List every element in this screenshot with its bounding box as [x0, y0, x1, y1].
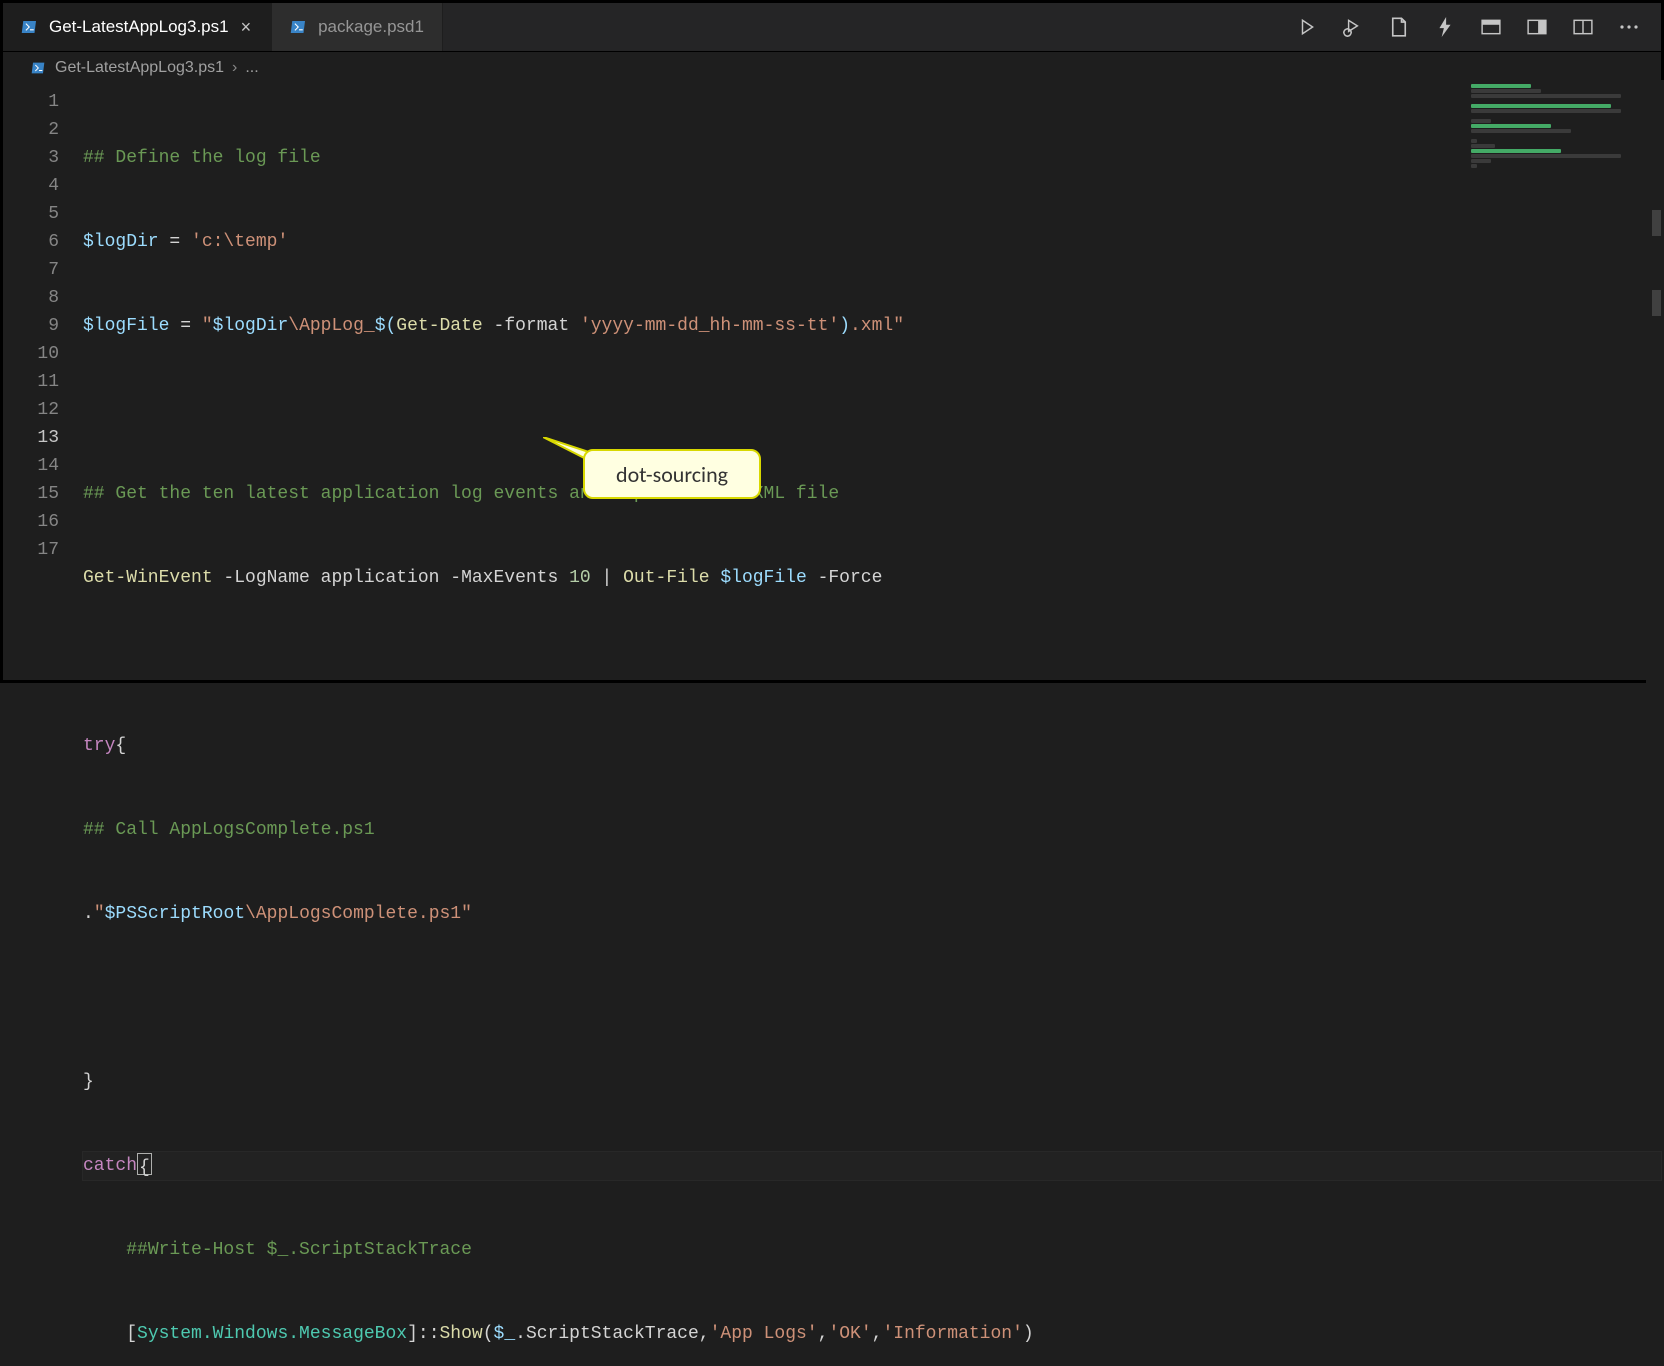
document-icon[interactable]: [1387, 15, 1411, 39]
editor-actions: [1275, 3, 1661, 51]
bolt-icon[interactable]: [1433, 15, 1457, 39]
breadcrumb-separator: ›: [232, 59, 237, 77]
editor-area: 1 2 3 4 5 6 7 8 9 10 11 12 13 14 15 16 1…: [3, 84, 1661, 681]
callout-text: dot-sourcing: [616, 461, 728, 488]
tab-active-file[interactable]: Get-LatestAppLog3.ps1 ×: [3, 3, 272, 51]
split-right-icon[interactable]: [1525, 15, 1549, 39]
tab-spacer: [443, 3, 1275, 51]
breadcrumb-file: Get-LatestAppLog3.ps1: [55, 59, 224, 77]
code-editor[interactable]: ## Define the log file $logDir = 'c:\tem…: [83, 84, 1661, 681]
breadcrumb-tail: ...: [245, 59, 258, 77]
tab-inactive-label: package.psd1: [318, 17, 424, 37]
tab-bar: Get-LatestAppLog3.ps1 × package.psd1: [3, 3, 1661, 52]
tab-inactive-file[interactable]: package.psd1: [272, 3, 443, 51]
panel-icon[interactable]: [1479, 15, 1503, 39]
powershell-icon: [31, 60, 47, 76]
breadcrumb[interactable]: Get-LatestAppLog3.ps1 › ...: [3, 52, 1661, 84]
line-number-gutter: 1 2 3 4 5 6 7 8 9 10 11 12 13 14 15 16 1…: [3, 84, 83, 681]
minimap[interactable]: [1471, 84, 1641, 169]
overview-ruler[interactable]: [1646, 80, 1664, 683]
split-editor-icon[interactable]: [1571, 15, 1595, 39]
powershell-icon: [21, 18, 39, 36]
tab-active-label: Get-LatestAppLog3.ps1: [49, 17, 229, 37]
more-icon[interactable]: [1617, 15, 1641, 39]
run-icon[interactable]: [1295, 15, 1319, 39]
powershell-icon: [290, 18, 308, 36]
run-debug-icon[interactable]: [1341, 15, 1365, 39]
tab-close-icon[interactable]: ×: [239, 18, 254, 36]
annotation-callout: dot-sourcing: [583, 449, 761, 499]
